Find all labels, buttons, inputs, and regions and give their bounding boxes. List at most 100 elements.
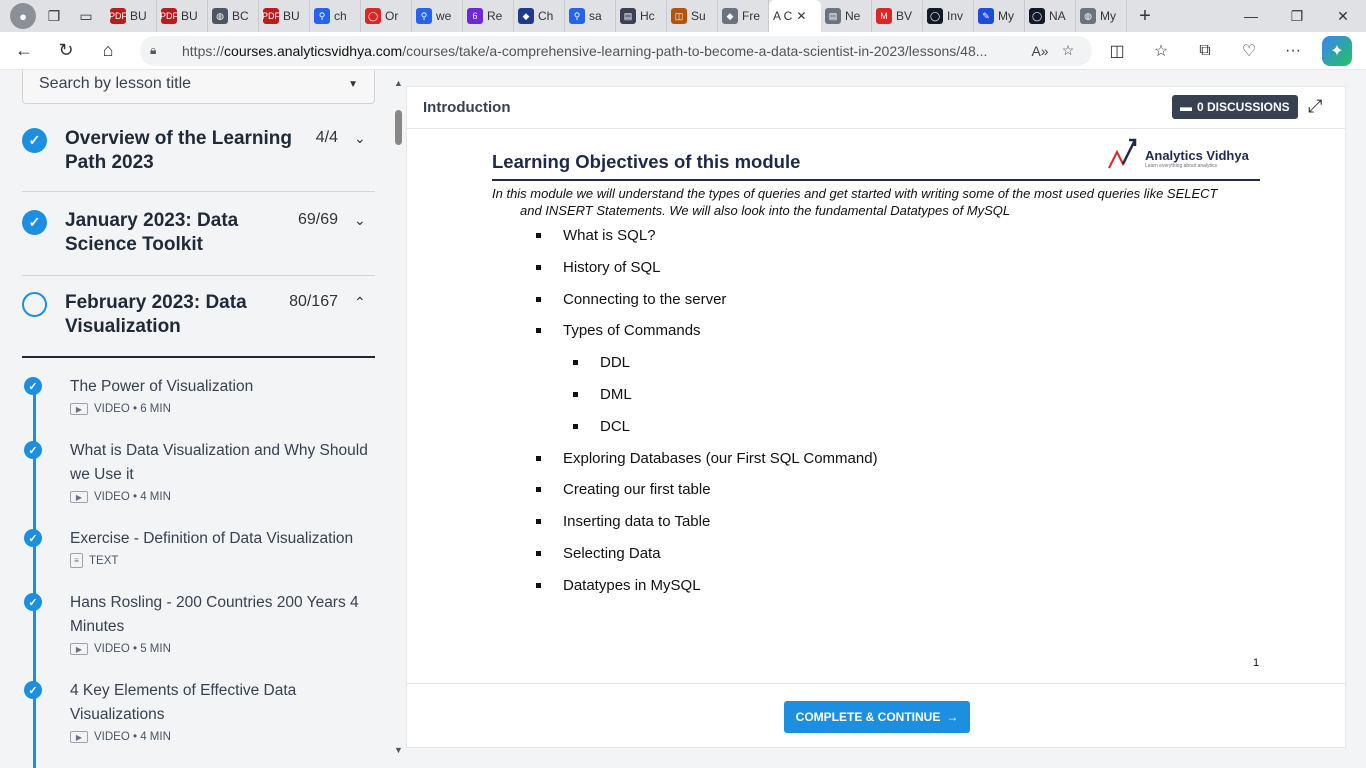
lesson-meta-text: VIDEO • 4 MIN	[94, 731, 171, 743]
tab-favicon-icon: ⚲	[314, 8, 330, 24]
lesson-item[interactable]: ✓ Exercise - Definition of Data Visualiz…	[24, 529, 375, 575]
sidebar-scrollbar[interactable]: ▲ ▼	[392, 70, 404, 768]
browser-tab[interactable]: ◯ NA	[1025, 0, 1076, 32]
section-title[interactable]: Overview of the Learning Path 2023	[65, 127, 293, 175]
scroll-down-arrow-icon[interactable]: ▼	[394, 745, 403, 755]
browser-tab[interactable]: ⚲ ch	[310, 0, 361, 32]
lesson-search-select[interactable]: Search by lesson title ▼	[22, 70, 375, 104]
lesson-item[interactable]: ✓ Hans Rosling - 200 Countries 200 Years…	[24, 593, 375, 663]
logo-tagline: Learn everything about analytics	[1145, 163, 1217, 169]
objective-text: Inserting data to Table	[563, 513, 711, 531]
more-menu-icon[interactable]: ···	[1278, 36, 1308, 66]
url-text[interactable]: https://courses.analyticsvidhya.com/cour…	[182, 43, 1026, 59]
fullscreen-expand-icon[interactable]: ⤢	[1308, 96, 1322, 117]
browser-tab[interactable]: ✎ My	[974, 0, 1025, 32]
new-tab-button[interactable]: +	[1131, 2, 1159, 30]
close-window-icon[interactable]: ✕	[1320, 0, 1366, 32]
favorites-icon[interactable]: ☆	[1146, 36, 1176, 66]
slide-intro-line: and INSERT Statements. We will also look…	[520, 203, 1011, 218]
lesson-complete-check-icon: ✓	[24, 593, 42, 611]
lesson-meta: ▶ VIDEO • 4 MIN	[70, 491, 171, 503]
browser-nav-bar: ← ↻ ⌂ 🔒︎ https://courses.analyticsvidhya…	[0, 32, 1366, 70]
tab-favicon-icon: M	[876, 8, 892, 24]
browser-tab[interactable]: PDF BU	[157, 0, 208, 32]
collections-icon[interactable]: ⧉	[1190, 36, 1220, 66]
tab-favicon-icon: ◯	[365, 8, 381, 24]
profile-avatar-icon[interactable]: ●	[10, 3, 36, 29]
chevron-down-icon[interactable]: ⌄	[354, 212, 366, 229]
browser-tab[interactable]: ◆ Fre	[718, 0, 769, 32]
logo-name: Analytics Vidhya	[1145, 148, 1249, 163]
browser-tab[interactable]: ◯ Or	[361, 0, 412, 32]
back-button[interactable]: ←	[6, 33, 42, 69]
course-sidebar: Search by lesson title ▼ ✓ Overview of t…	[0, 70, 390, 768]
address-bar[interactable]: 🔒︎ https://courses.analyticsvidhya.com/c…	[140, 35, 1092, 66]
objective-item: What is SQL?	[536, 227, 656, 244]
scrollbar-thumb[interactable]	[395, 110, 402, 145]
section-overview[interactable]: ✓ Overview of the Learning Path 2023 4/4…	[22, 128, 375, 192]
lesson-title[interactable]: Exercise - Definition of Data Visualizat…	[70, 527, 370, 551]
lesson-title[interactable]: The Power of Visualization	[70, 375, 370, 399]
tab-label: A C	[773, 9, 793, 23]
lesson-item[interactable]: ✓ What is Data Visualization and Why Sho…	[24, 441, 375, 511]
browser-tab[interactable]: ◫ Su	[667, 0, 718, 32]
browser-tab[interactable]: ▤ Hc	[616, 0, 667, 32]
tab-actions: ❐ ▭	[44, 6, 96, 26]
minimize-icon[interactable]: —	[1228, 0, 1274, 32]
browser-tab[interactable]: ◍ My	[1076, 0, 1127, 32]
lesson-footer: COMPLETE & CONTINUE →	[407, 683, 1345, 747]
tab-label: My	[998, 9, 1014, 23]
section-february-visualization[interactable]: February 2023: Data Visualization 80/167…	[22, 292, 375, 358]
chevron-up-icon[interactable]: ⌃	[354, 294, 366, 311]
browser-essentials-icon[interactable]: ♡	[1234, 36, 1264, 66]
copilot-icon[interactable]: ✦	[1322, 35, 1352, 66]
lesson-meta-text: TEXT	[89, 554, 119, 567]
tab-favicon-icon: ◆	[518, 8, 534, 24]
refresh-button[interactable]: ↻	[48, 33, 84, 69]
lesson-header: Introduction ▬ 0 DISCUSSIONS ⤢	[407, 87, 1345, 129]
section-complete-check-icon: ✓	[22, 128, 47, 153]
browser-tab[interactable]: 6 Re	[463, 0, 514, 32]
tab-label: Ne	[845, 9, 861, 23]
browser-tab[interactable]: PDF BU	[259, 0, 310, 32]
close-tab-icon[interactable]: ✕	[796, 9, 806, 23]
objective-text: Types of Commands	[563, 322, 701, 340]
section-january-toolkit[interactable]: ✓ January 2023: Data Science Toolkit 69/…	[22, 210, 375, 276]
browser-tab[interactable]: ◍ BC	[208, 0, 259, 32]
lesson-title[interactable]: Hans Rosling - 200 Countries 200 Years 4…	[70, 591, 370, 639]
tab-favicon-icon: 6	[467, 8, 483, 24]
lesson-item[interactable]: ✓ The Power of Visualization ▶ VIDEO • 6 …	[24, 377, 375, 423]
lesson-title[interactable]: 4 Key Elements of Effective Data Visuali…	[70, 679, 370, 727]
restore-icon[interactable]: ❐	[1274, 0, 1320, 32]
browser-tab[interactable]: PDF BU	[106, 0, 157, 32]
analytics-vidhya-logo: Analytics Vidhya Learn everything about …	[1107, 136, 1267, 172]
browser-tab-active[interactable]: A C ✕	[769, 0, 821, 32]
section-title[interactable]: February 2023: Data Visualization	[65, 291, 293, 339]
lesson-complete-check-icon: ✓	[24, 529, 42, 547]
complete-continue-button[interactable]: COMPLETE & CONTINUE →	[784, 701, 970, 733]
read-aloud-icon[interactable]: A»	[1026, 43, 1054, 59]
tab-label: sa	[589, 9, 602, 23]
browser-tab[interactable]: ⚲ sa	[565, 0, 616, 32]
workspaces-icon[interactable]: ❐	[44, 6, 64, 26]
home-button[interactable]: ⌂	[90, 33, 126, 69]
lesson-title[interactable]: What is Data Visualization and Why Shoul…	[70, 439, 370, 487]
browser-tab[interactable]: ⚲ we	[412, 0, 463, 32]
scroll-up-arrow-icon[interactable]: ▲	[394, 78, 403, 88]
lesson-item[interactable]: ✓ 4 Key Elements of Effective Data Visua…	[24, 681, 375, 751]
browser-tab[interactable]: M BV	[872, 0, 923, 32]
dropdown-caret-icon[interactable]: ▼	[348, 79, 358, 90]
chevron-down-icon[interactable]: ⌄	[354, 130, 366, 147]
lock-icon[interactable]: 🔒︎	[150, 43, 168, 58]
discussions-button[interactable]: ▬ 0 DISCUSSIONS	[1172, 95, 1298, 119]
favorite-star-icon[interactable]: ☆	[1054, 42, 1082, 59]
browser-tab[interactable]: ◆ Ch	[514, 0, 565, 32]
tab-actions-icon[interactable]: ▭	[76, 6, 96, 26]
browser-tab[interactable]: ◯ Inv	[923, 0, 974, 32]
bullet-icon	[536, 582, 541, 588]
split-screen-icon[interactable]: ◫	[1102, 36, 1132, 66]
browser-tab[interactable]: ▤ Ne	[821, 0, 872, 32]
slide-intro-line: In this module we will understand the ty…	[492, 186, 1218, 201]
video-icon: ▶	[70, 403, 88, 415]
section-title[interactable]: January 2023: Data Science Toolkit	[65, 209, 293, 257]
